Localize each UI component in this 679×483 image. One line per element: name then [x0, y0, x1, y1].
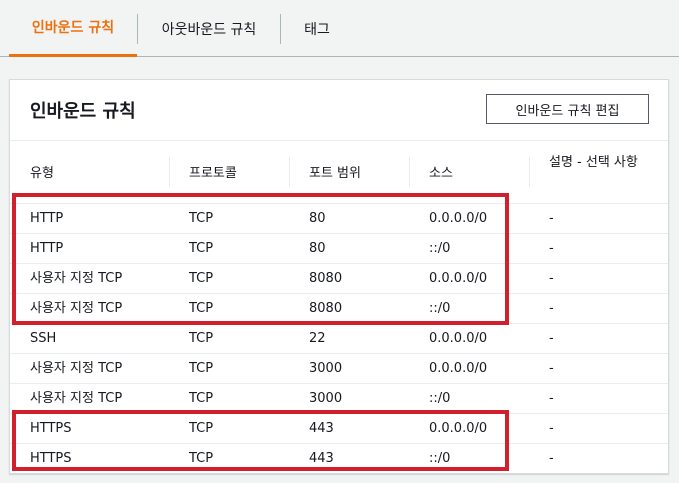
cell-type: 사용자 지정 TCP [30, 361, 123, 376]
column-header-type[interactable]: 유형 [10, 141, 169, 203]
column-header-protocol[interactable]: 프로토콜 [169, 141, 289, 203]
cell-source: 0.0.0.0/0 [429, 211, 488, 226]
cell-protocol: TCP [189, 451, 214, 466]
column-divider [169, 157, 170, 187]
cell-description: - [549, 451, 554, 466]
tab-inbound-rules[interactable]: 인바운드 규칙 [9, 0, 137, 57]
cell-description: - [549, 301, 554, 316]
cell-source: ::/0 [429, 241, 451, 256]
cell-description: - [549, 421, 554, 436]
column-divider [289, 157, 290, 187]
cell-type: HTTPS [30, 421, 72, 436]
cell-port-range: 443 [309, 451, 334, 466]
table-row: 사용자 지정 TCP TCP 3000 0.0.0.0/0 - [10, 354, 668, 384]
table-row: SSH TCP 22 0.0.0.0/0 - [10, 324, 668, 354]
column-header-label: 소스 [429, 166, 453, 181]
cell-description: - [549, 271, 554, 286]
panel-title: 인바운드 규칙 [30, 101, 136, 122]
cell-protocol: TCP [189, 331, 214, 346]
column-header-label: 프로토콜 [189, 166, 237, 181]
cell-type: SSH [30, 331, 57, 346]
cell-type: 사용자 지정 TCP [30, 271, 123, 286]
cell-protocol: TCP [189, 421, 214, 436]
column-header-source[interactable]: 소스 [409, 141, 529, 203]
cell-description: - [549, 361, 554, 376]
cell-protocol: TCP [189, 271, 214, 286]
column-header-description[interactable]: 설명 - 선택 사항 [529, 141, 668, 203]
table-row: 사용자 지정 TCP TCP 8080 0.0.0.0/0 - [10, 264, 668, 294]
cell-protocol: TCP [189, 361, 214, 376]
cell-port-range: 443 [309, 421, 334, 436]
cell-port-range: 22 [309, 331, 326, 346]
cell-description: - [549, 391, 554, 406]
cell-protocol: TCP [189, 211, 214, 226]
tab-bar: 인바운드 규칙 아웃바운드 규칙 태그 [0, 0, 679, 57]
cell-source: ::/0 [429, 451, 451, 466]
cell-description: - [549, 331, 554, 346]
cell-source: 0.0.0.0/0 [429, 331, 488, 346]
cell-description: - [549, 241, 554, 256]
table-row: HTTP TCP 80 0.0.0.0/0 - [10, 204, 668, 234]
cell-port-range: 3000 [309, 361, 343, 376]
inbound-rules-panel: 인바운드 규칙 인바운드 규칙 편집 유형 프로토콜 포트 범위 소스 설명 -… [9, 79, 669, 474]
column-header-label: 설명 - 선택 사항 [549, 155, 638, 170]
column-header-port-range[interactable]: 포트 범위 [289, 141, 409, 203]
cell-protocol: TCP [189, 391, 214, 406]
table-row: 사용자 지정 TCP TCP 8080 ::/0 - [10, 294, 668, 324]
cell-port-range: 3000 [309, 391, 343, 406]
cell-type: HTTPS [30, 451, 72, 466]
tab-tags[interactable]: 태그 [281, 0, 353, 57]
table-row: HTTP TCP 80 ::/0 - [10, 234, 668, 264]
cell-source: 0.0.0.0/0 [429, 361, 488, 376]
cell-source: 0.0.0.0/0 [429, 271, 488, 286]
cell-source: ::/0 [429, 391, 451, 406]
cell-port-range: 8080 [309, 301, 343, 316]
cell-protocol: TCP [189, 241, 214, 256]
column-divider [529, 157, 530, 187]
edit-inbound-rules-button[interactable]: 인바운드 규칙 편집 [486, 94, 649, 124]
cell-source: ::/0 [429, 301, 451, 316]
cell-port-range: 80 [309, 241, 326, 256]
column-divider [409, 157, 410, 187]
cell-type: HTTP [30, 211, 64, 226]
column-header-label: 유형 [30, 166, 54, 181]
cell-type: 사용자 지정 TCP [30, 301, 123, 316]
cell-source: 0.0.0.0/0 [429, 421, 488, 436]
table-row: 사용자 지정 TCP TCP 3000 ::/0 - [10, 384, 668, 414]
table-row: HTTPS TCP 443 0.0.0.0/0 - [10, 414, 668, 444]
table-row: HTTPS TCP 443 ::/0 - [10, 444, 668, 473]
cell-type: HTTP [30, 241, 64, 256]
cell-type: 사용자 지정 TCP [30, 391, 123, 406]
tab-outbound-rules[interactable]: 아웃바운드 규칙 [138, 0, 280, 57]
column-header-label: 포트 범위 [309, 166, 361, 181]
cell-port-range: 80 [309, 211, 326, 226]
cell-port-range: 8080 [309, 271, 343, 286]
cell-description: - [549, 211, 554, 226]
cell-protocol: TCP [189, 301, 214, 316]
